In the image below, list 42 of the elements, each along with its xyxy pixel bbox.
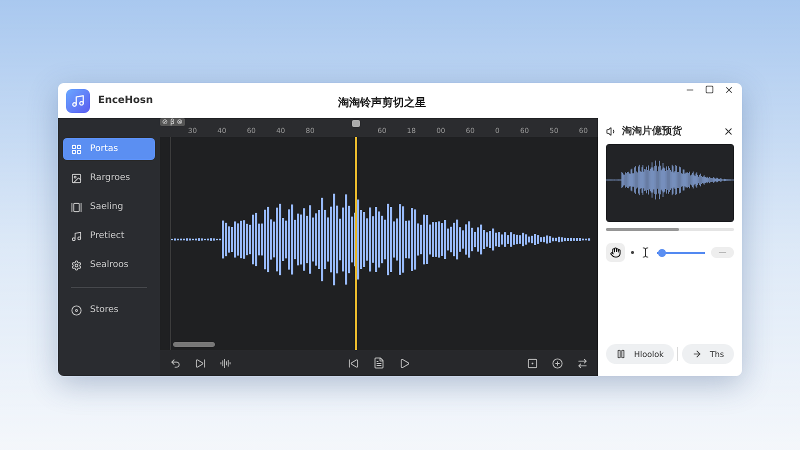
sidebar-label: Portas	[90, 144, 118, 154]
hand-icon	[610, 247, 621, 258]
volume-icon	[606, 126, 617, 136]
window-title: 淘淘铃声剪切之星	[338, 95, 426, 110]
sidebar-label: Sealroos	[90, 260, 128, 270]
image-icon	[71, 172, 82, 184]
sidebar-item[interactable]: Rargroes	[63, 167, 155, 189]
arrow-right-icon	[692, 349, 702, 359]
box-icon	[527, 358, 538, 368]
sidebar-item[interactable]: Saeling	[63, 196, 155, 218]
sidebar-item[interactable]: Stores	[63, 299, 155, 321]
gallery-icon	[71, 202, 82, 212]
file-icon	[373, 357, 385, 369]
audio-lines-icon	[220, 358, 231, 368]
sidebar-label: Saeling	[90, 202, 124, 212]
slider-thumb[interactable]	[658, 248, 666, 256]
hand-button[interactable]	[606, 243, 625, 262]
sidebar-label: Stores	[90, 305, 118, 315]
skip-back-icon	[348, 358, 359, 368]
scrollbar[interactable]	[173, 342, 215, 347]
skip-forward-icon	[195, 358, 206, 368]
pause-icon	[616, 349, 626, 359]
sidebar-label: Rargroes	[90, 173, 130, 183]
sidebar-item[interactable]: Sealroos	[63, 254, 155, 276]
app-name: EnceHosn	[98, 95, 153, 106]
text-cursor-icon	[640, 247, 651, 258]
action-button[interactable]: Ths	[682, 344, 734, 364]
play-icon	[399, 358, 410, 368]
swap-icon	[577, 358, 588, 368]
app-logo-icon	[66, 88, 90, 112]
sidebar-label: Pretiect	[90, 231, 124, 241]
dot-icon	[631, 251, 634, 254]
music-icon	[71, 230, 82, 242]
gear-icon	[71, 260, 82, 270]
playhead[interactable]	[354, 137, 357, 350]
action-button[interactable]: Hloolok	[606, 344, 674, 364]
undo-icon	[170, 358, 181, 368]
preview-title: 淘淘片億预货	[622, 124, 682, 138]
disc-icon	[71, 304, 82, 316]
add-icon	[552, 358, 563, 368]
grid-icon	[71, 144, 82, 154]
sidebar-item[interactable]: Pretiect	[63, 225, 155, 247]
